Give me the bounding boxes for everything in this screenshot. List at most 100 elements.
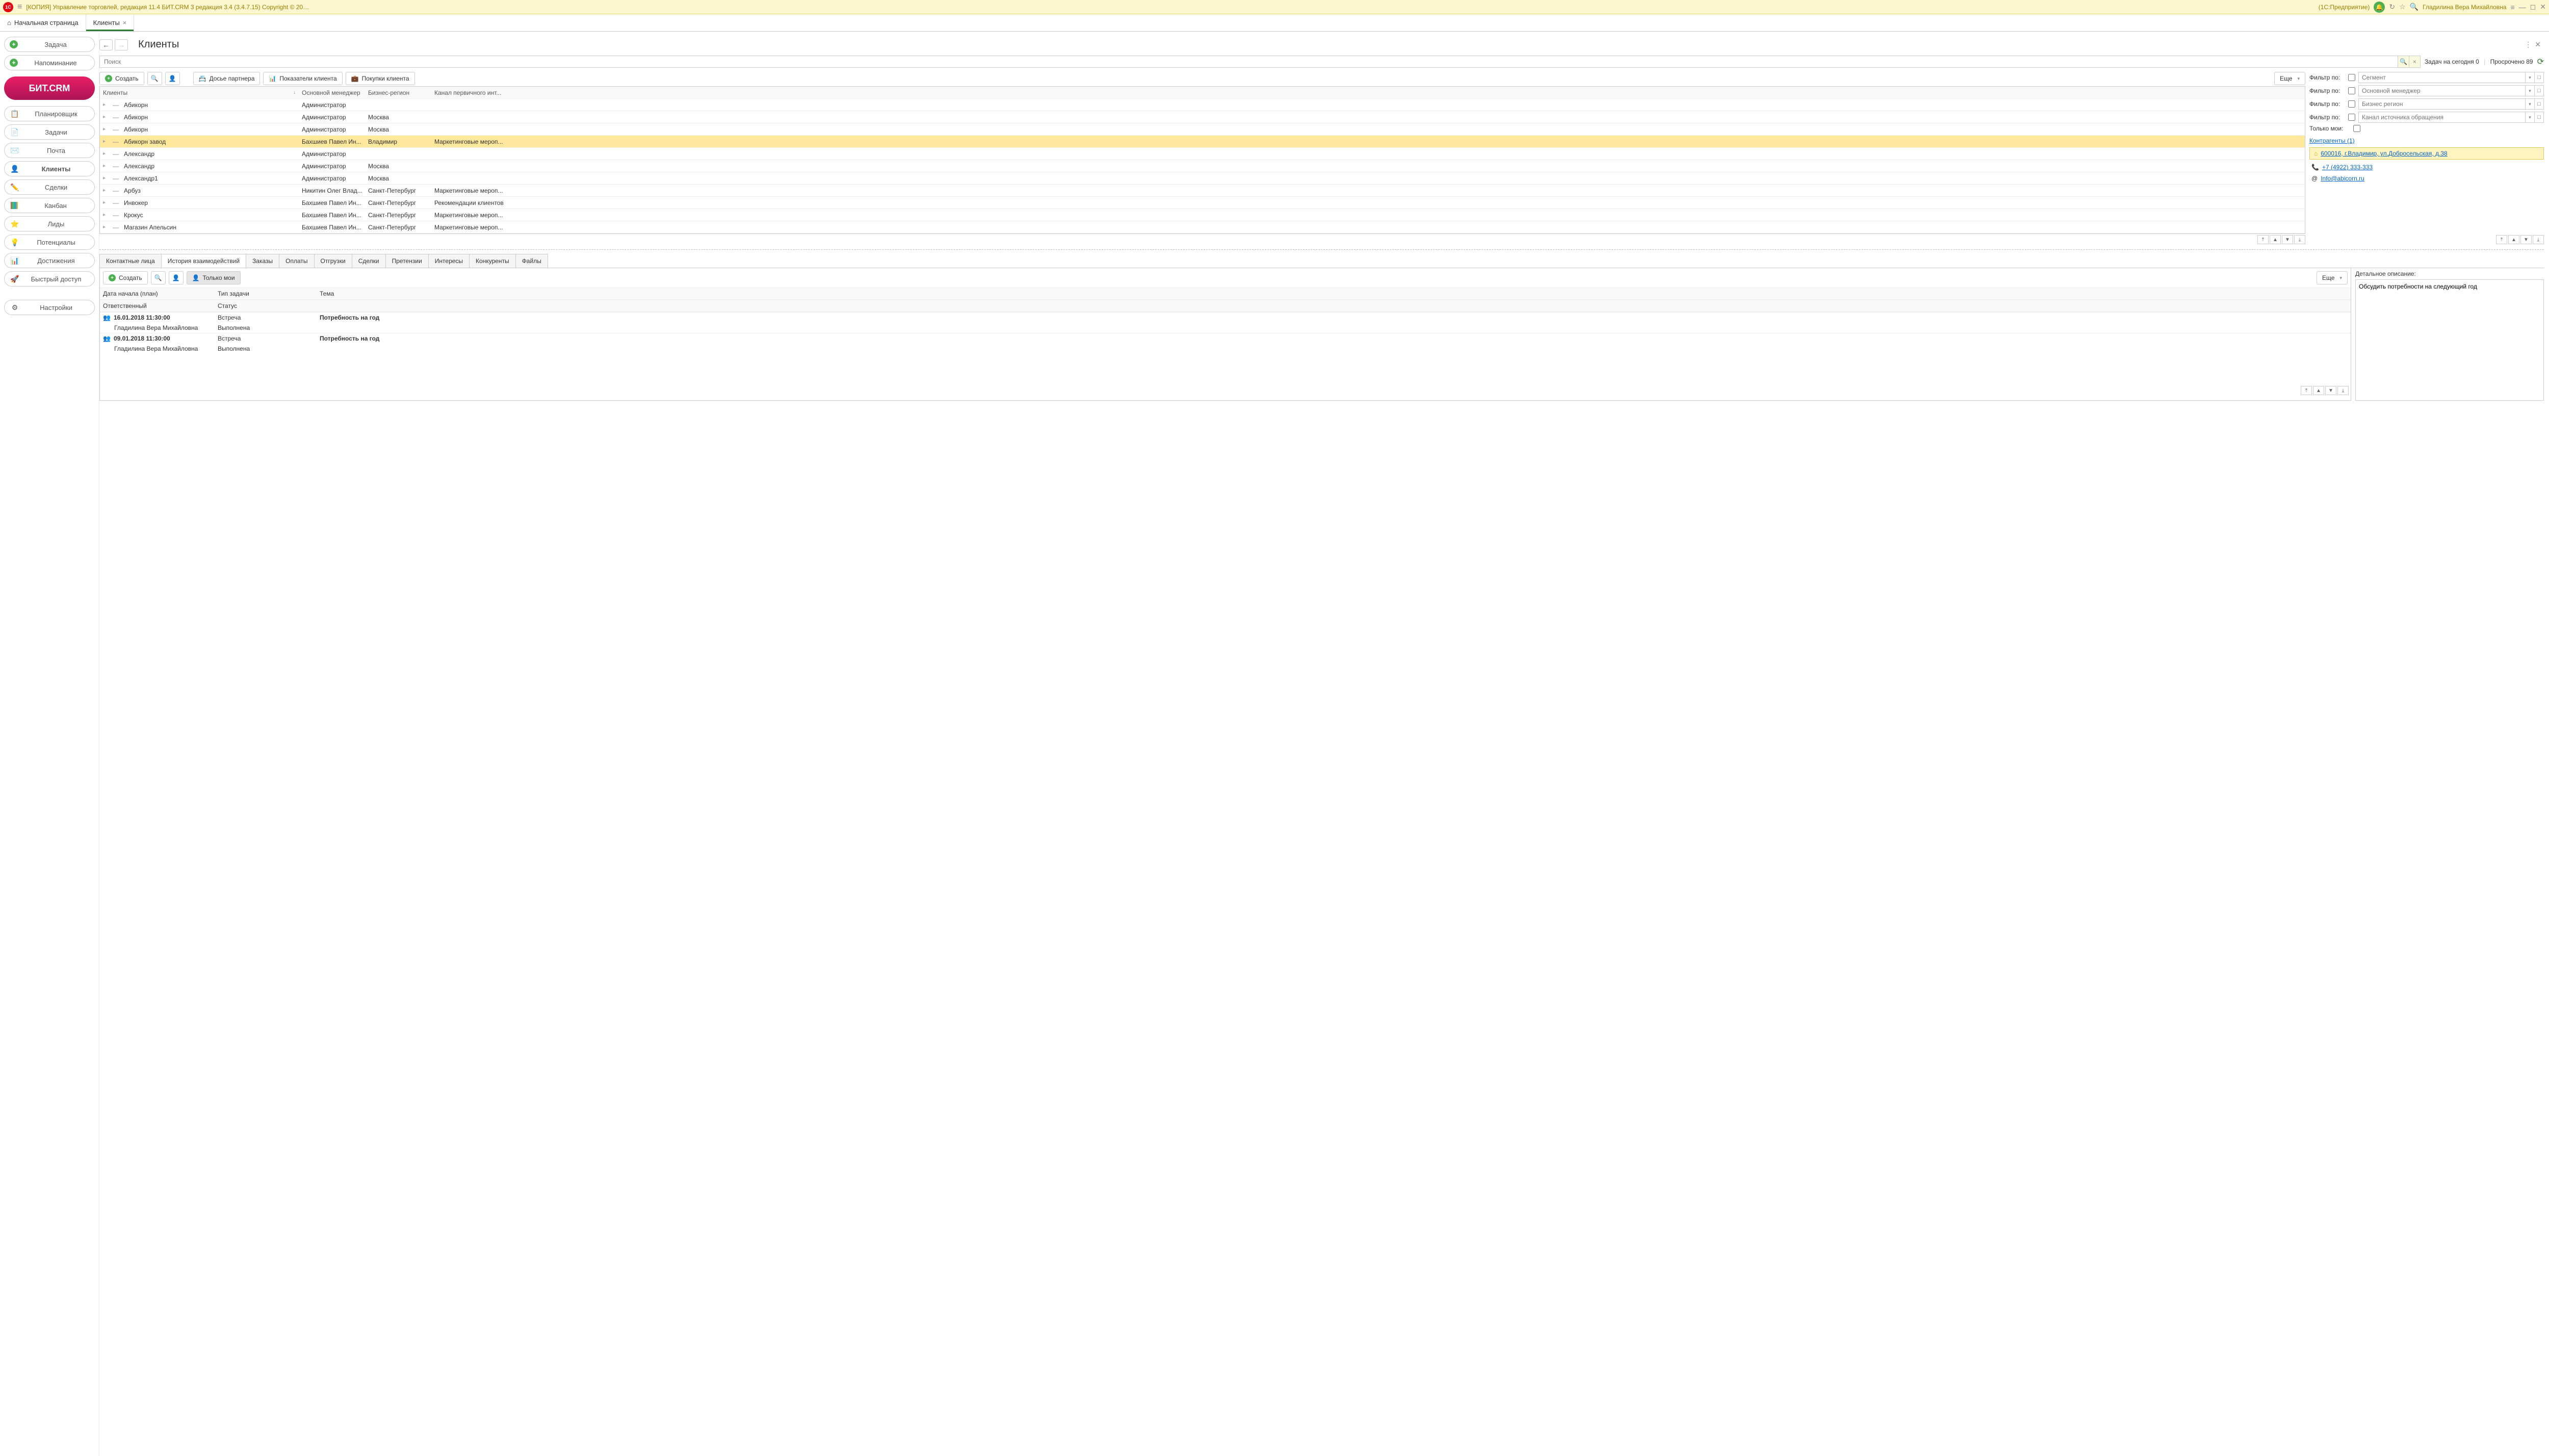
- header-subject[interactable]: Тема: [317, 288, 2351, 299]
- subtab-interests[interactable]: Интересы: [428, 254, 470, 268]
- nav-last-icon[interactable]: ⤓: [2533, 235, 2544, 244]
- table-row[interactable]: ▸—АлександрАдминистратор: [100, 148, 2305, 160]
- search-input[interactable]: [100, 56, 2398, 67]
- search-icon[interactable]: 🔍: [2410, 3, 2418, 11]
- bitcrm-button[interactable]: БИТ.CRM: [4, 76, 95, 100]
- sidebar-item-planner[interactable]: 📋Планировщик: [4, 106, 95, 121]
- nav-first-icon[interactable]: ⤒: [2301, 386, 2312, 395]
- new-reminder-button[interactable]: + Напоминание: [4, 55, 95, 70]
- partner-dossier-button[interactable]: 📇Досье партнера: [193, 72, 261, 85]
- address-link[interactable]: 600016, г.Владимир, ул.Добросельская, д.…: [2321, 150, 2447, 157]
- subtab-competitors[interactable]: Конкуренты: [469, 254, 516, 268]
- subtab-payments[interactable]: Оплаты: [279, 254, 314, 268]
- nav-up-icon[interactable]: ▲: [2270, 235, 2281, 244]
- nav-up-icon[interactable]: ▲: [2313, 386, 2324, 395]
- sidebar-item-quickaccess[interactable]: 🚀Быстрый доступ: [4, 271, 95, 287]
- chevron-right-icon[interactable]: ▸: [103, 224, 106, 230]
- filter-region-checkbox[interactable]: [2348, 100, 2355, 108]
- search-button[interactable]: 🔍: [2398, 56, 2409, 67]
- subtab-files[interactable]: Файлы: [515, 254, 548, 268]
- phone-link[interactable]: +7 (4922) 333-333: [2322, 164, 2373, 171]
- menu-icon[interactable]: ≡: [17, 3, 22, 12]
- sidebar-item-settings[interactable]: ⚙Настройки: [4, 300, 95, 315]
- table-row[interactable]: ▸—Магазин АпельсинБахшиев Павел Ин...Сан…: [100, 221, 2305, 233]
- filter-channel-checkbox[interactable]: [2348, 114, 2355, 121]
- history-icon[interactable]: ↻: [2389, 3, 2395, 11]
- filter-user-button[interactable]: 👤: [165, 72, 180, 85]
- refresh-icon[interactable]: ⟳: [2537, 57, 2544, 67]
- more-history-button[interactable]: Еще▾: [2317, 271, 2348, 284]
- subtab-orders[interactable]: Заказы: [246, 254, 279, 268]
- chevron-right-icon[interactable]: ▸: [103, 114, 106, 120]
- subtab-shipments[interactable]: Отгрузки: [314, 254, 352, 268]
- star-icon[interactable]: ☆: [2399, 3, 2406, 11]
- open-icon[interactable]: ☐: [2535, 85, 2544, 96]
- filter-segment-checkbox[interactable]: [2348, 74, 2355, 81]
- table-row[interactable]: ▸—АрбузНикитин Олег Влад...Санкт-Петербу…: [100, 185, 2305, 197]
- header-date[interactable]: Дата начала (план): [100, 288, 215, 299]
- header-primary-channel[interactable]: Канал первичного инт...: [431, 89, 2305, 96]
- nav-first-icon[interactable]: ⤒: [2257, 235, 2269, 244]
- nav-down-icon[interactable]: ▼: [2282, 235, 2293, 244]
- email-link[interactable]: Info@abicorn.ru: [2321, 175, 2364, 182]
- dropdown-icon[interactable]: ▾: [2526, 98, 2535, 110]
- sidebar-item-clients[interactable]: 👤Клиенты: [4, 161, 95, 176]
- header-business-region[interactable]: Бизнес-регион: [365, 89, 431, 96]
- dropdown-icon[interactable]: ▾: [2526, 112, 2535, 123]
- header-status[interactable]: Статус: [215, 300, 317, 311]
- create-client-button[interactable]: +Создать: [99, 72, 144, 85]
- filter-segment-input[interactable]: [2358, 72, 2526, 83]
- table-row[interactable]: ▸—ИнвокерБахшиев Павел Ин...Санкт-Петерб…: [100, 197, 2305, 209]
- more-button[interactable]: Еще▾: [2274, 72, 2305, 85]
- chevron-right-icon[interactable]: ▸: [103, 126, 106, 132]
- table-row[interactable]: ▸—Абикорн заводБахшиев Павел Ин...Владим…: [100, 136, 2305, 148]
- close-icon[interactable]: ✕: [2540, 3, 2546, 11]
- filter-manager-checkbox[interactable]: [2348, 87, 2355, 94]
- table-row[interactable]: ▸—АбикорнАдминистраторМосква: [100, 111, 2305, 123]
- filter-manager-input[interactable]: [2358, 85, 2526, 96]
- tab-close-icon[interactable]: ×: [123, 19, 127, 27]
- detail-textarea[interactable]: [2355, 279, 2544, 401]
- open-icon[interactable]: ☐: [2535, 98, 2544, 110]
- history-entry[interactable]: 👥16.01.2018 11:30:00ВстречаПотребность н…: [100, 312, 2351, 333]
- dropdown-icon[interactable]: ▾: [2526, 72, 2535, 83]
- more-options-icon[interactable]: ⋮: [2525, 40, 2532, 49]
- sidebar-item-achievements[interactable]: 📊Достижения: [4, 253, 95, 268]
- search-clear-button[interactable]: ×: [2409, 56, 2420, 67]
- chevron-right-icon[interactable]: ▸: [103, 102, 106, 108]
- sidebar-item-tasks[interactable]: 📄Задачи: [4, 124, 95, 140]
- header-responsible[interactable]: Ответственный: [100, 300, 215, 311]
- subtab-contacts[interactable]: Контактные лица: [99, 254, 162, 268]
- header-main-manager[interactable]: Основной менеджер: [299, 89, 365, 96]
- minimize-icon[interactable]: —: [2519, 3, 2526, 11]
- client-purchases-button[interactable]: 💼Покупки клиента: [346, 72, 415, 85]
- chevron-right-icon[interactable]: ▸: [103, 151, 106, 157]
- new-task-button[interactable]: + Задача: [4, 37, 95, 52]
- bell-icon[interactable]: 🔔: [2374, 2, 2385, 13]
- chevron-right-icon[interactable]: ▸: [103, 163, 106, 169]
- sidebar-item-deals[interactable]: ✏️Сделки: [4, 179, 95, 195]
- open-icon[interactable]: ☐: [2535, 112, 2544, 123]
- chevron-right-icon[interactable]: ▸: [103, 200, 106, 205]
- settings-icon[interactable]: ≡: [2510, 3, 2514, 11]
- filter-region-input[interactable]: [2358, 98, 2526, 110]
- nav-first-icon[interactable]: ⤒: [2496, 235, 2507, 244]
- filter-channel-input[interactable]: [2358, 112, 2526, 123]
- header-type[interactable]: Тип задачи: [215, 288, 317, 299]
- nav-down-icon[interactable]: ▼: [2325, 386, 2336, 395]
- header-client-name[interactable]: Клиенты↓: [100, 89, 299, 96]
- back-button[interactable]: ←: [99, 39, 113, 50]
- contragents-link[interactable]: Контрагенты (1): [2309, 137, 2544, 144]
- open-icon[interactable]: ☐: [2535, 72, 2544, 83]
- create-history-button[interactable]: +Создать: [103, 271, 148, 284]
- maximize-icon[interactable]: ◻: [2530, 3, 2536, 11]
- chevron-right-icon[interactable]: ▸: [103, 188, 106, 193]
- find-history-button[interactable]: 🔍: [151, 271, 166, 284]
- subtab-deals[interactable]: Сделки: [352, 254, 386, 268]
- forward-button[interactable]: →: [115, 39, 128, 50]
- chevron-right-icon[interactable]: ▸: [103, 175, 106, 181]
- table-row[interactable]: ▸—Александр1АдминистраторМосква: [100, 172, 2305, 185]
- subtab-claims[interactable]: Претензии: [385, 254, 429, 268]
- history-entry[interactable]: 👥09.01.2018 11:30:00ВстречаПотребность н…: [100, 333, 2351, 354]
- find-button[interactable]: 🔍: [147, 72, 162, 85]
